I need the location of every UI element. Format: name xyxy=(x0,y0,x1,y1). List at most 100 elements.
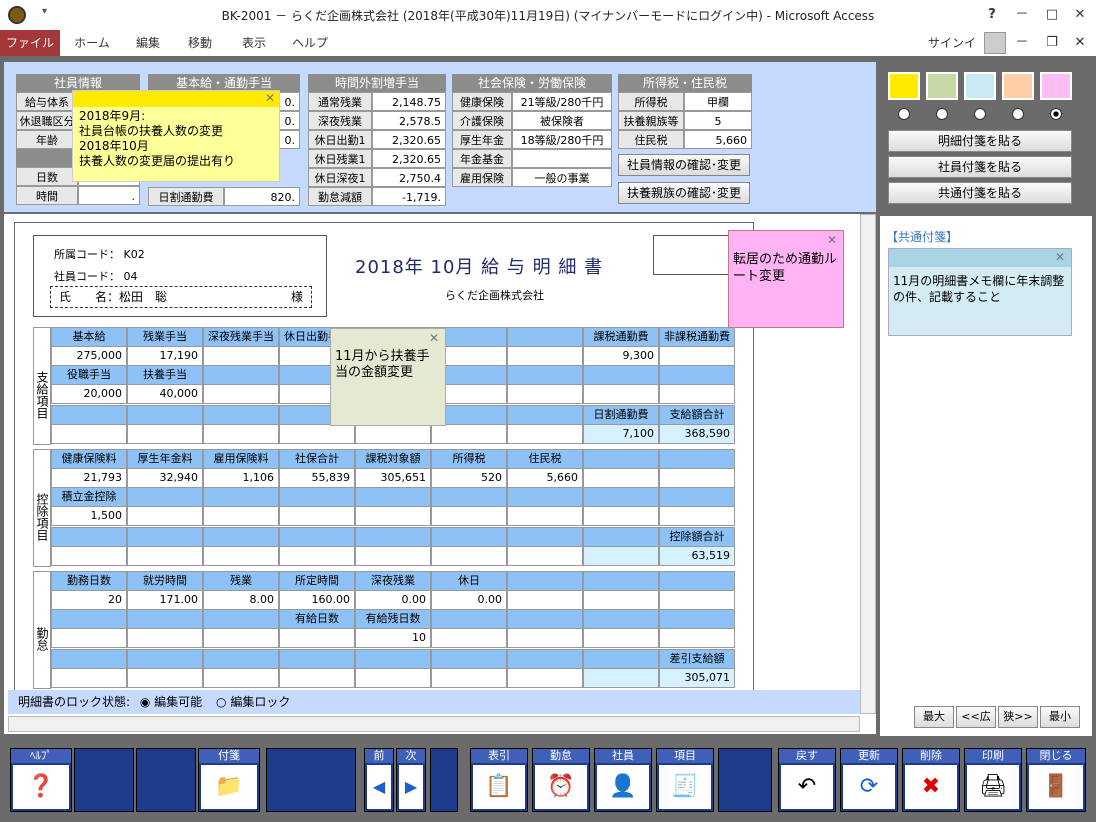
att-v3-1[interactable] xyxy=(127,668,203,688)
value-attendance-deduction[interactable]: -1,719. xyxy=(372,187,446,206)
zoom-narrower-button[interactable]: 狭>> xyxy=(998,706,1038,728)
attendance-block[interactable]: 勤怠 ⏰ xyxy=(532,748,590,812)
value-employment-ins[interactable]: 一般の事業 xyxy=(512,168,612,187)
ded-v2-4[interactable] xyxy=(355,506,431,526)
ded-v2-6[interactable] xyxy=(507,506,583,526)
memo-common-text[interactable]: 11月の明細書メモ欄に年末調整の件、記載すること xyxy=(889,267,1071,311)
lock-locked-radio[interactable]: ○ 編集ロック xyxy=(216,695,290,709)
ded-v3-3[interactable] xyxy=(279,546,355,566)
value-resident-tax[interactable]: 5,660 xyxy=(684,130,752,149)
prev-block[interactable]: 前 ◀ xyxy=(364,748,394,812)
att-v2-5[interactable] xyxy=(431,628,507,648)
color-radio-1[interactable] xyxy=(898,108,910,120)
ded-v3-7[interactable] xyxy=(583,546,659,566)
tab-file[interactable]: ファイル xyxy=(0,30,60,56)
zoom-max-button[interactable]: 最大 xyxy=(914,706,954,728)
value-holiday-work[interactable]: 2,320.65 xyxy=(372,130,446,149)
close-icon[interactable]: ✕ xyxy=(265,91,275,105)
pay-v1-2[interactable] xyxy=(203,346,279,366)
color-radio-3[interactable] xyxy=(974,108,986,120)
tab-move[interactable]: 移動 xyxy=(176,30,224,56)
value-daily-commute[interactable]: 820. xyxy=(224,187,300,206)
value-income-tax[interactable]: 甲欄 xyxy=(684,92,752,111)
undo-icon[interactable]: ↶ xyxy=(781,765,833,809)
pay-v3-6[interactable] xyxy=(507,424,583,444)
ded-v1-0[interactable]: 21,793 xyxy=(51,468,127,488)
tab-help[interactable]: ヘルプ xyxy=(284,30,336,56)
zoom-min-button[interactable]: 最小 xyxy=(1040,706,1080,728)
ded-v3-0[interactable] xyxy=(51,546,127,566)
att-v3-2[interactable] xyxy=(203,668,279,688)
refresh-block[interactable]: 更新 ⟳ xyxy=(840,748,898,812)
ded-v1-8[interactable] xyxy=(659,468,735,488)
pay-v1-8[interactable] xyxy=(659,346,735,366)
ded-v1-5[interactable]: 520 xyxy=(431,468,507,488)
color-radio-2[interactable] xyxy=(936,108,948,120)
vertical-scrollbar[interactable] xyxy=(860,214,876,714)
add-slip-sticky-button[interactable]: 明細付箋を貼る xyxy=(888,130,1072,152)
att-v1-7[interactable] xyxy=(583,590,659,610)
memo-yellow[interactable]: ✕ 2018年9月: 社員台帳の扶養人数の変更 2018年10月 扶養人数の変更… xyxy=(72,90,280,182)
att-v2-0[interactable] xyxy=(51,628,127,648)
att-v2-1[interactable] xyxy=(127,628,203,648)
value-pension[interactable]: 18等級/280千円 xyxy=(512,130,612,149)
maximize-button[interactable]: □ xyxy=(1038,4,1066,26)
att-v3-3[interactable] xyxy=(279,668,355,688)
ded-v2-5[interactable] xyxy=(431,506,507,526)
items-block[interactable]: 項目 🧾 xyxy=(656,748,714,812)
items-icon[interactable]: 🧾 xyxy=(659,765,711,809)
ded-v2-7[interactable] xyxy=(583,506,659,526)
sticky-note-icon[interactable]: 📁 xyxy=(201,765,257,809)
ded-v1-3[interactable]: 55,839 xyxy=(279,468,355,488)
pay-v3-4[interactable] xyxy=(355,424,431,444)
pay-v2-2[interactable] xyxy=(203,384,279,404)
memo-common[interactable]: ✕ 11月の明細書メモ欄に年末調整の件、記載すること xyxy=(888,248,1072,336)
minimize-button[interactable]: － xyxy=(1008,4,1036,26)
att-v1-8[interactable] xyxy=(659,590,735,610)
ded-v3-2[interactable] xyxy=(203,546,279,566)
help-icon[interactable]: ❓ xyxy=(13,765,69,809)
value-hours[interactable]: . xyxy=(78,186,140,205)
ded-v3-4[interactable] xyxy=(355,546,431,566)
att-v3-0[interactable] xyxy=(51,668,127,688)
att-v1-5[interactable]: 0.00 xyxy=(431,590,507,610)
pay-v3-0[interactable] xyxy=(51,424,127,444)
exit-door-icon[interactable]: 🚪 xyxy=(1029,765,1083,809)
pay-v1-1[interactable]: 17,190 xyxy=(127,346,203,366)
att-v1-0[interactable]: 20 xyxy=(51,590,127,610)
att-v1-2[interactable]: 8.00 xyxy=(203,590,279,610)
att-v2-7[interactable] xyxy=(583,628,659,648)
pay-v1-0[interactable]: 275,000 xyxy=(51,346,127,366)
ded-v3-1[interactable] xyxy=(127,546,203,566)
check-emp-info-button[interactable]: 社員情報の確認･変更 xyxy=(618,154,750,176)
color-swatch-yellow[interactable] xyxy=(888,72,920,100)
ribbon-minimize-button[interactable]: － xyxy=(1008,32,1036,54)
pay-v2-1[interactable]: 40,000 xyxy=(127,384,203,404)
undo-block[interactable]: 戻す ↶ xyxy=(778,748,836,812)
memo-pink-text[interactable]: 転居のため通勤ルート変更 xyxy=(729,249,843,287)
pay-v3-5[interactable] xyxy=(431,424,507,444)
ded-v1-1[interactable]: 32,940 xyxy=(127,468,203,488)
ded-v2-2[interactable] xyxy=(203,506,279,526)
ded-v3-6[interactable] xyxy=(507,546,583,566)
pay-v1-6[interactable] xyxy=(507,346,583,366)
help-block[interactable]: ﾍﾙﾌﾟ ❓ xyxy=(10,748,72,812)
delete-icon[interactable]: ✖ xyxy=(905,765,957,809)
attendance-icon[interactable]: ⏰ xyxy=(535,765,587,809)
close-block[interactable]: 閉じる 🚪 xyxy=(1026,748,1086,812)
color-radio-4[interactable] xyxy=(1012,108,1024,120)
color-swatch-blue[interactable] xyxy=(964,72,996,100)
close-icon[interactable]: ✕ xyxy=(429,331,439,345)
add-common-sticky-button[interactable]: 共通付箋を貼る xyxy=(888,182,1072,204)
ded-v1-4[interactable]: 305,651 xyxy=(355,468,431,488)
sticky-block[interactable]: 付箋 📁 xyxy=(198,748,260,812)
ded-v1-2[interactable]: 1,106 xyxy=(203,468,279,488)
prev-arrow-icon[interactable]: ◀ xyxy=(367,765,391,809)
ded-v2-3[interactable] xyxy=(279,506,355,526)
value-ot-night[interactable]: 2,578.5 xyxy=(372,111,446,130)
ded-v2-0[interactable]: 1,500 xyxy=(51,506,127,526)
memo-green[interactable]: ✕ 11月から扶養手当の金額変更 xyxy=(330,328,446,426)
att-v1-3[interactable]: 160.00 xyxy=(279,590,355,610)
pay-v3-1[interactable] xyxy=(127,424,203,444)
memo-yellow-text[interactable]: 2018年9月: 社員台帳の扶養人数の変更 2018年10月 扶養人数の変更届の… xyxy=(73,107,279,171)
